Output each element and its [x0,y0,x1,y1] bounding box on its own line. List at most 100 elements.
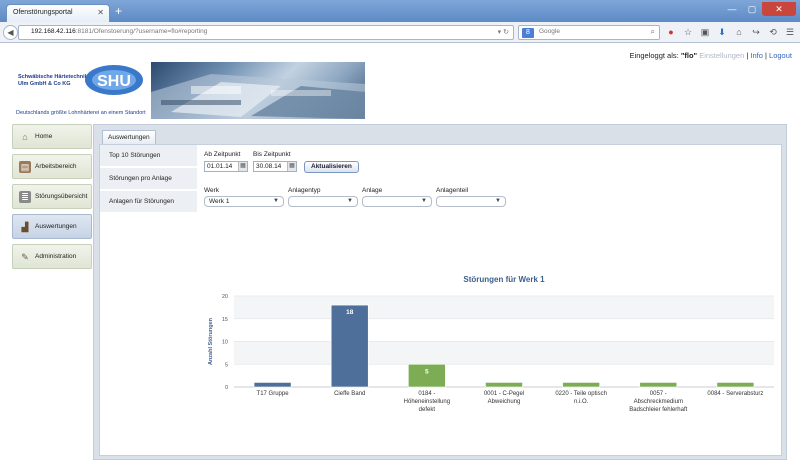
calendar-icon[interactable]: ▦ [238,162,247,171]
login-user: "flo" [680,51,698,60]
bookmark-star-icon[interactable]: ☆ [681,26,695,39]
to-date-value: 30.08.14 [256,163,282,170]
share-icon[interactable]: ↪ [749,26,763,39]
tab-title: Ofenstörungsportal [13,9,73,16]
bar-data-label: 5 [425,368,429,375]
x-tick-label: 0057 - [650,391,667,397]
clipboard-icon[interactable]: ▣ [698,26,712,39]
company-logo[interactable]: Schwäbische Härtetechnik Ulm GmbH & Co K… [16,62,146,120]
chart-bar [485,382,523,388]
browser-title-bar: Ofenstörungsportal ✕ + — ▢ ✕ [0,0,800,22]
x-tick-label: Cieffe Band [334,391,365,397]
from-date-value: 01.01.14 [207,163,233,170]
from-date-label: Ab Zeitpunkt [204,151,241,158]
x-tick-label: T17 Gruppe [257,391,290,397]
sidebar-item-label: Auswertungen [35,223,77,230]
logo-company-name: Schwäbische Härtetechnik Ulm GmbH & Co K… [18,74,88,87]
chart-bar [253,382,292,388]
report-subnav: Top 10 Störungen Störungen pro Anlage An… [100,145,197,214]
update-button[interactable]: Aktualisieren [304,161,359,173]
sidebar-item-label: Home [35,133,53,140]
home-icon[interactable]: ⌂ [732,26,746,39]
chevron-down-icon: ▼ [347,198,353,204]
sidebar-item-home[interactable]: ⌂ Home [12,124,92,149]
from-date-input[interactable]: 01.01.14 ▦ [204,161,248,172]
address-bar[interactable]: 192.168.42.116:8181/Ofenstoerung/?userna… [18,25,514,40]
reload-icon[interactable]: ▾ ↻ [498,28,509,36]
browser-tab[interactable]: Ofenstörungsportal ✕ [6,4,110,22]
logo-tagline: Deutschlands größte Lohnhärterei an eine… [16,110,146,116]
sidebar-item-auswertungen[interactable]: ▟ Auswertungen [12,214,92,239]
grid-band [234,296,774,319]
shu-logo-mark: SHU [85,65,143,95]
to-date-label: Bis Zeitpunkt [253,151,291,158]
download-icon[interactable]: ⬇ [715,26,729,39]
sidebar-item-label: Arbeitsbereich [35,163,77,170]
anlagenteil-select[interactable]: ▼ [436,196,506,207]
x-tick-label: n.i.O. [574,399,589,405]
chart-bar [639,382,678,388]
anlagentyp-select[interactable]: ▼ [288,196,358,207]
anlage-select[interactable]: ▼ [362,196,432,207]
x-tick-label: Badschleier fehlerhaft [629,407,687,413]
y-tick-label: 0 [225,385,228,391]
close-window-icon[interactable]: ✕ [762,2,796,16]
anlagentyp-label: Anlagentyp [288,187,321,194]
x-tick-label: Abweichung [488,399,521,405]
subnav-top10[interactable]: Top 10 Störungen [100,145,197,168]
login-status: Eingeloggt als: "flo" Einstellungen | In… [630,51,792,60]
overview-icon: ≣ [19,190,31,203]
logo-brand-text: SHU [97,73,131,90]
y-axis-label: Anzahl Störungen [208,317,214,365]
sidebar-item-label: Administration [35,253,77,260]
info-link[interactable]: Info [750,51,763,60]
to-date-input[interactable]: 30.08.14 ▦ [253,161,297,172]
x-tick-label: Abschreckmedium [634,399,683,405]
new-tab-icon[interactable]: + [115,5,122,17]
werk-label: Werk [204,187,220,194]
adblock-icon[interactable]: ● [664,26,678,39]
search-icon[interactable]: ⌕ [651,27,655,37]
sidebar-item-stoerungsuebersicht[interactable]: ≣ Störungsübersicht [12,184,92,209]
close-tab-icon[interactable]: ✕ [97,8,104,17]
workspace-icon: ▤ [19,160,31,173]
tools-icon: ✎ [21,251,29,262]
settings-link[interactable]: Einstellungen [699,51,744,60]
search-input[interactable]: 8 Google ⌕ [518,25,660,40]
sidebar-item-label: Störungsübersicht [35,193,88,200]
report-content: Top 10 Störungen Störungen pro Anlage An… [99,144,782,456]
menu-icon[interactable]: ☰ [783,26,797,39]
x-tick-label: 0184 - [418,391,435,397]
subnav-anlagen-fuer-stoerungen[interactable]: Anlagen für Störungen [100,191,197,214]
main-panel: Auswertungen Top 10 Störungen Störungen … [93,124,787,460]
y-tick-label: 10 [222,340,228,346]
werk-select[interactable]: Werk 1 ▼ [204,196,284,207]
chart-bar [330,304,369,388]
subnav-per-anlage[interactable]: Störungen pro Anlage [100,168,197,191]
minimize-icon[interactable]: — [722,2,742,16]
chart-title: Störungen für Werk 1 [463,275,545,284]
sidebar-item-administration[interactable]: ✎ Administration [12,244,92,269]
sync-icon[interactable]: ⟲ [766,26,780,39]
bar-chart-icon: ▟ [21,221,29,232]
anlage-label: Anlage [362,187,383,194]
search-engine-icon[interactable]: 8 [522,28,534,38]
anlagenteil-label: Anlagenteil [436,187,469,194]
sidebar: ⌂ Home ▤ Arbeitsbereich ≣ Störungsübersi… [12,124,92,274]
grid-band [234,318,774,342]
chevron-down-icon: ▼ [421,198,427,204]
chevron-down-icon: ▼ [273,198,279,204]
url-path: :8181/Ofenstoerung/?username=flo#reporti… [75,28,208,35]
calendar-icon[interactable]: ▦ [287,162,296,171]
url-host: 192.168.42.116 [31,28,76,35]
grid-band [234,341,774,365]
separator: | [746,51,749,60]
sidebar-item-arbeitsbereich[interactable]: ▤ Arbeitsbereich [12,154,92,179]
y-tick-label: 20 [222,294,228,300]
tab-auswertungen[interactable]: Auswertungen [102,130,156,144]
back-icon[interactable]: ◀ [3,25,18,40]
maximize-icon[interactable]: ▢ [742,2,762,16]
logout-link[interactable]: Logout [769,51,792,60]
x-tick-label: Höheneinstellung [404,399,450,405]
search-placeholder: Google [539,28,560,35]
